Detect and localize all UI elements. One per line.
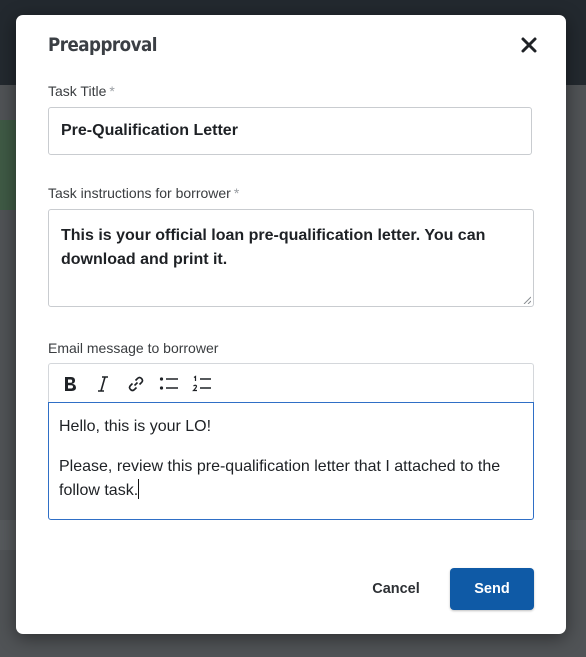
text-caret bbox=[138, 479, 140, 499]
bold-icon[interactable] bbox=[59, 373, 81, 395]
task-instructions-textarea[interactable]: This is your official loan pre-qualifica… bbox=[48, 209, 534, 307]
link-icon[interactable] bbox=[125, 373, 147, 395]
email-paragraph-2-text: Please, review this pre-qualification le… bbox=[59, 458, 501, 499]
numbered-list-icon[interactable] bbox=[191, 373, 213, 395]
dialog-title: Preapproval bbox=[48, 34, 157, 56]
task-title-label: Task Title * bbox=[48, 83, 115, 99]
preapproval-dialog: Preapproval Task Title * Pre-Qualificatio… bbox=[16, 15, 566, 634]
email-paragraph-2: Please, review this pre-qualification le… bbox=[59, 455, 523, 503]
email-message-label: Email message to borrower bbox=[48, 340, 219, 356]
bulleted-list-icon[interactable] bbox=[158, 373, 180, 395]
task-title-input[interactable]: Pre-Qualification Letter bbox=[48, 107, 532, 155]
task-title-label-text: Task Title bbox=[48, 83, 107, 99]
resize-grip-icon[interactable] bbox=[523, 296, 531, 304]
email-paragraph-1: Hello, this is your LO! bbox=[59, 418, 212, 435]
task-instructions-value: This is your official loan pre-qualifica… bbox=[61, 227, 486, 268]
task-title-value: Pre-Qualification Letter bbox=[61, 122, 238, 139]
required-mark: * bbox=[109, 83, 115, 99]
cancel-button[interactable]: Cancel bbox=[356, 569, 436, 609]
email-message-editor[interactable]: Hello, this is your LO! Please, review t… bbox=[48, 402, 534, 520]
task-instructions-label-text: Task instructions for borrower bbox=[48, 185, 231, 201]
editor-toolbar bbox=[48, 363, 534, 403]
task-instructions-label: Task instructions for borrower * bbox=[48, 185, 239, 201]
close-icon[interactable] bbox=[520, 36, 538, 54]
send-button[interactable]: Send bbox=[450, 568, 534, 610]
required-mark: * bbox=[233, 185, 240, 201]
italic-icon[interactable] bbox=[92, 373, 114, 395]
